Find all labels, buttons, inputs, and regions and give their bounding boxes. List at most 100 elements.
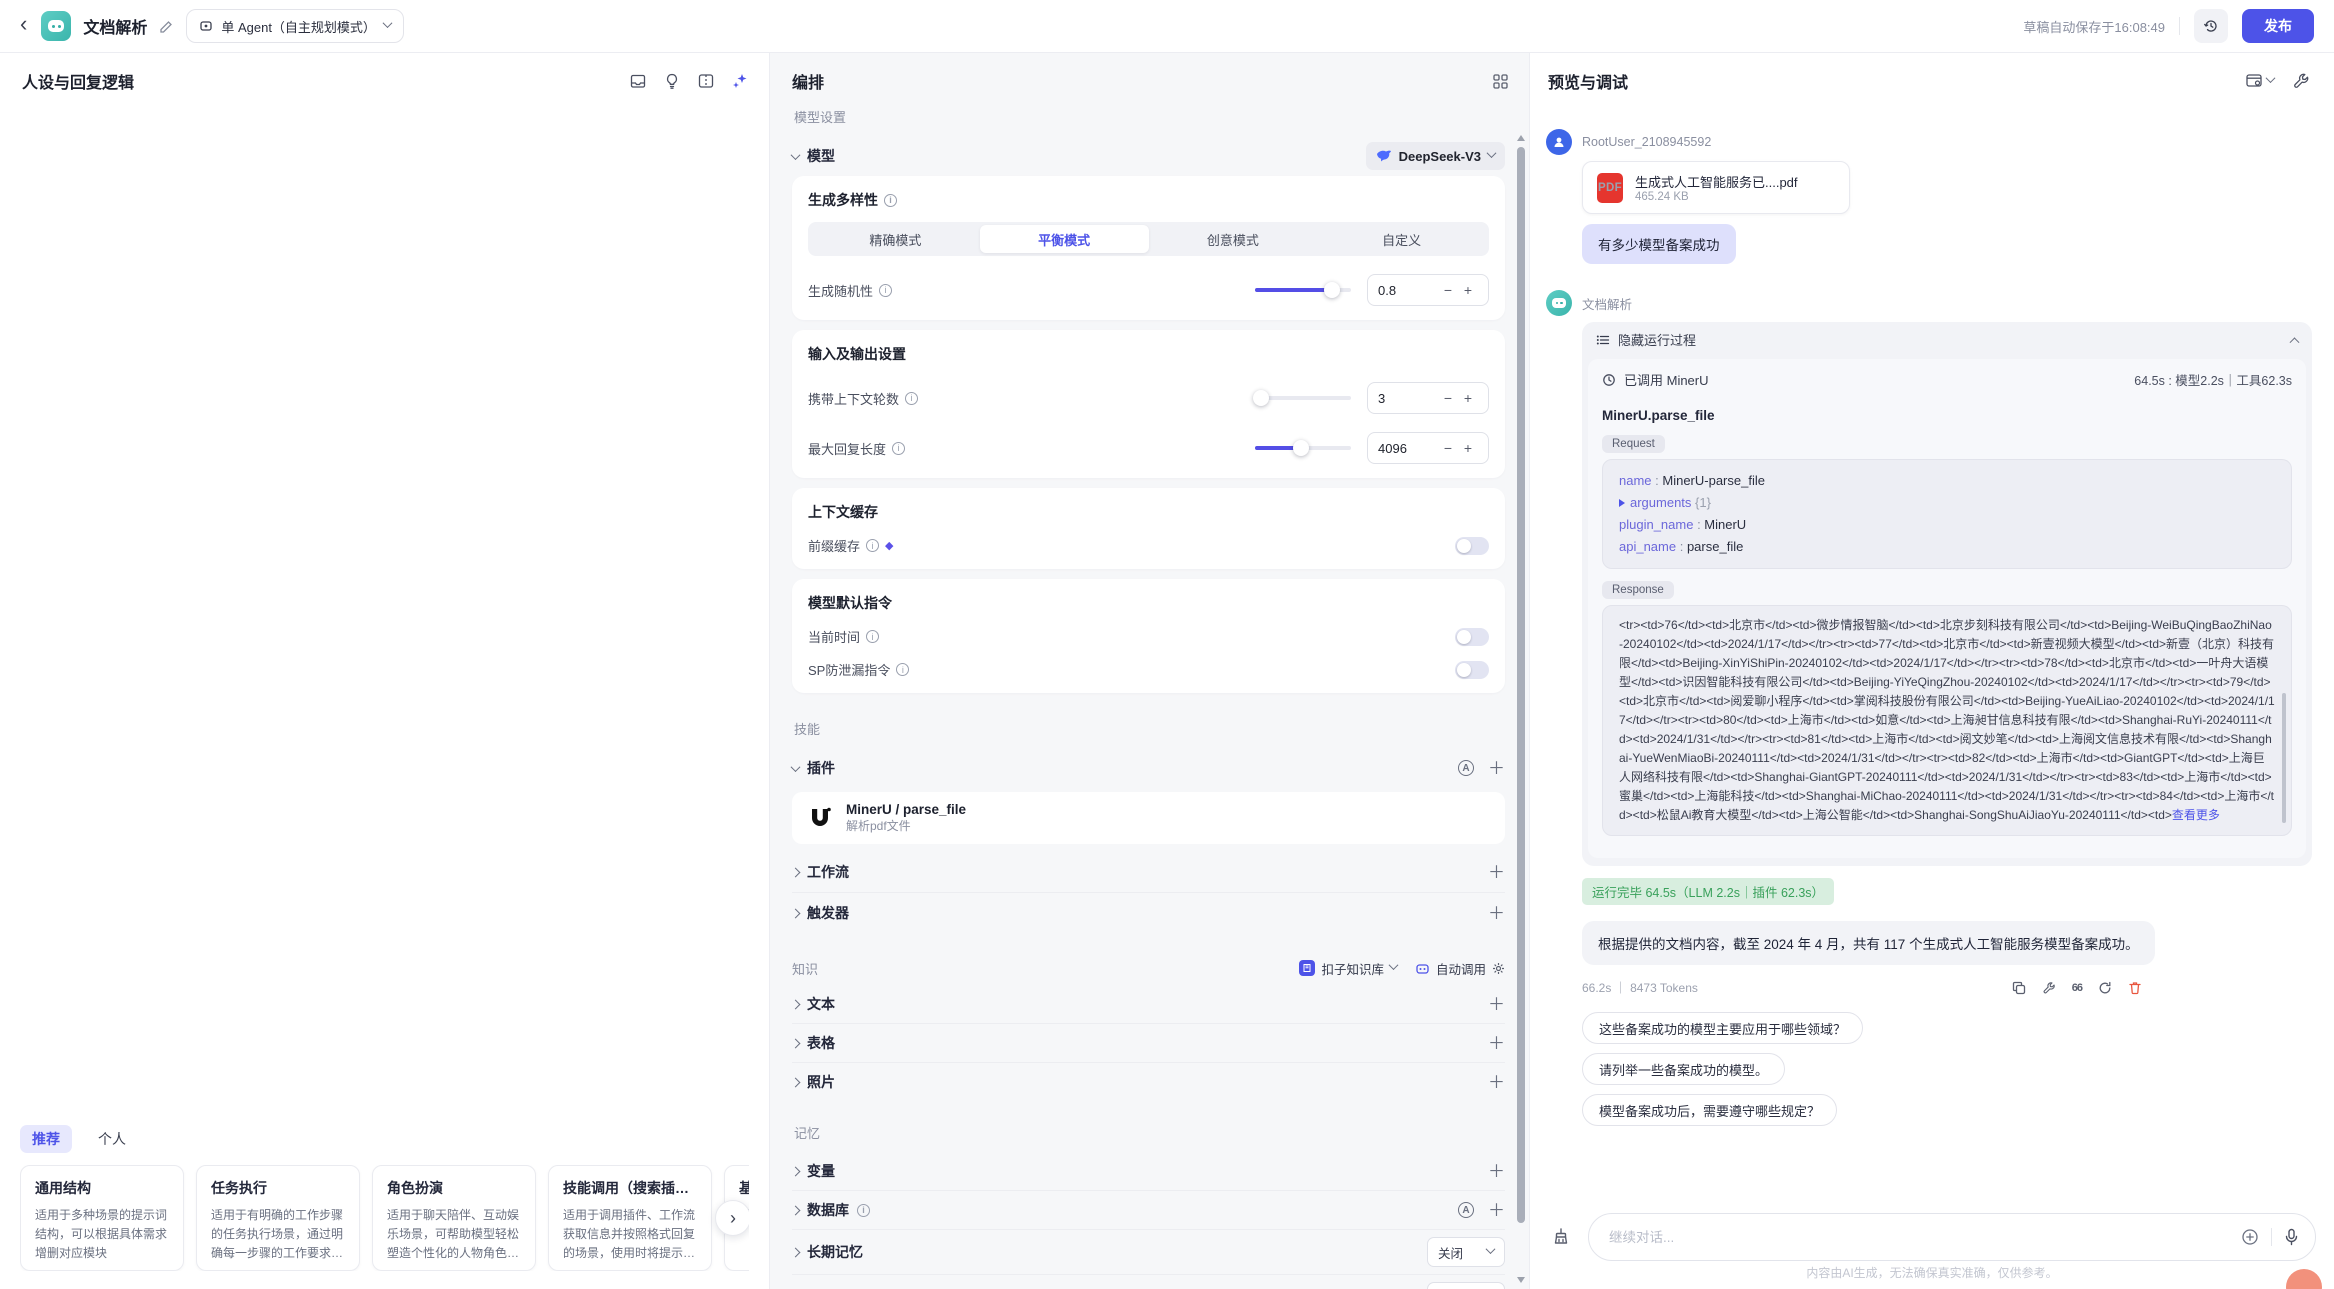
microphone-icon[interactable] (2284, 1228, 2299, 1246)
add-workflow-button[interactable]: ＋ (1488, 864, 1505, 881)
longterm-memory-select[interactable]: 关闭 (1427, 1237, 1505, 1267)
duration: 66.2s (1582, 981, 1611, 995)
template-card[interactable]: 通用结构适用于多种场景的提示词结构，可以根据具体需求增删对应模块 (20, 1165, 184, 1271)
plugin-item-mineru[interactable]: MinerU / parse_file解析pdf文件 (792, 792, 1505, 844)
process-list-icon (1596, 333, 1610, 347)
split-view-icon[interactable] (697, 72, 715, 90)
sp-leak-toggle[interactable] (1455, 661, 1489, 679)
max-length-stepper[interactable]: 4096−+ (1367, 432, 1489, 464)
info-icon: i (857, 1204, 870, 1217)
arguments-expander[interactable]: arguments {1} (1619, 492, 2275, 514)
randomness-slider[interactable] (1255, 288, 1351, 292)
lightbulb-icon[interactable] (663, 72, 681, 90)
template-card[interactable]: 任务执行适用于有明确的工作步骤的任务执行场景，通过明确每一步骤的工作要求… (196, 1165, 360, 1271)
sp-leak-label: SP防泄漏指令 (808, 660, 890, 679)
prompt-template-section: 推荐 个人 通用结构适用于多种场景的提示词结构，可以根据具体需求增删对应模块 任… (0, 1125, 769, 1289)
model-section-toggle[interactable]: 模型 (792, 146, 835, 166)
minus-button: − (1438, 390, 1458, 406)
divider (2179, 17, 2180, 35)
suggestion-chip[interactable]: 这些备案成功的模型主要应用于哪些领域？ (1582, 1012, 1863, 1044)
context-rounds-stepper[interactable]: 3−+ (1367, 382, 1489, 414)
current-time-toggle[interactable] (1455, 628, 1489, 646)
add-text-knowledge-button[interactable]: ＋ (1488, 996, 1505, 1013)
knowledge-source-dropdown[interactable]: 扣子知识库 (1299, 959, 1397, 978)
edit-title-icon[interactable] (159, 19, 174, 34)
add-plugin-button[interactable]: ＋ (1488, 760, 1505, 777)
auto-invoke-icon[interactable]: A (1458, 760, 1474, 776)
randomness-stepper[interactable]: 0.8−+ (1367, 274, 1489, 306)
minus-button: − (1438, 440, 1458, 456)
clear-context-button[interactable] (1544, 1220, 1578, 1254)
context-rounds-slider[interactable] (1255, 396, 1351, 400)
workflow-section-toggle[interactable]: 工作流 (792, 862, 849, 882)
debug-settings-dropdown[interactable] (2245, 72, 2274, 90)
message-meta-row: 66.2s ｜ 8473 Tokens 66 (1582, 979, 2142, 996)
publish-button[interactable]: 发布 (2242, 9, 2314, 43)
plugin-section-toggle[interactable]: 插件 (792, 758, 835, 778)
mode-balanced[interactable]: 平衡模式 (980, 225, 1149, 253)
agent-avatar (1546, 290, 1572, 316)
attach-plus-icon[interactable] (2241, 1228, 2259, 1246)
add-trigger-button[interactable]: ＋ (1488, 905, 1505, 922)
persona-editor-area[interactable] (0, 103, 769, 1125)
delete-icon[interactable] (2128, 981, 2142, 995)
ai-sparkle-icon[interactable] (731, 72, 749, 90)
response-scrollbar-thumb[interactable] (2282, 693, 2286, 823)
info-icon: i (905, 392, 918, 405)
persona-panel-title: 人设与回复逻辑 (22, 69, 134, 93)
tab-personal[interactable]: 个人 (86, 1125, 138, 1153)
template-card-row: 通用结构适用于多种场景的提示词结构，可以根据具体需求增删对应模块 任务执行适用于… (20, 1165, 749, 1271)
text-knowledge-toggle[interactable]: 文本 (792, 994, 835, 1014)
prefix-cache-toggle[interactable] (1455, 537, 1489, 555)
model-selector[interactable]: DeepSeek-V3 (1366, 142, 1505, 170)
diversity-card: 生成多样性i 精确模式 平衡模式 创意模式 自定义 生成随机性i 0.8−+ (792, 176, 1505, 320)
copy-icon[interactable] (2012, 981, 2026, 995)
view-more-link[interactable]: 查看更多 (2172, 808, 2220, 822)
debug-wrench-icon[interactable] (2042, 981, 2056, 995)
add-database-button[interactable]: ＋ (1488, 1202, 1505, 1219)
suggestion-chip[interactable]: 模型备案成功后，需要遵守哪些规定？ (1582, 1094, 1837, 1126)
mode-custom[interactable]: 自定义 (1317, 225, 1486, 253)
scrollbar[interactable] (1515, 135, 1527, 1283)
hide-process-toggle[interactable]: 隐藏运行过程 (1582, 322, 2312, 357)
window-settings-icon (2245, 72, 2263, 90)
suggestion-chip[interactable]: 请列举一些备案成功的模型。 (1582, 1053, 1785, 1085)
regenerate-icon[interactable] (2098, 981, 2112, 995)
preview-title: 预览与调试 (1548, 69, 1628, 93)
database-section-toggle[interactable]: 数据库i (792, 1200, 870, 1220)
mode-creative[interactable]: 创意模式 (1149, 225, 1318, 253)
chat-input[interactable] (1609, 1230, 2241, 1245)
template-next-button[interactable]: › (715, 1200, 749, 1236)
prefix-cache-label: 前缀缓存 (808, 536, 860, 555)
template-card[interactable]: 角色扮演适用于聊天陪伴、互动娱乐场景，可帮助模型轻松塑造个性化的人物角色… (372, 1165, 536, 1271)
request-badge: Request (1602, 435, 1665, 453)
wrench-icon[interactable] (2292, 72, 2310, 90)
auto-invoke-icon[interactable]: A (1458, 1202, 1474, 1218)
quote-icon[interactable]: 66 (2072, 982, 2082, 994)
layout-grid-icon[interactable] (1492, 73, 1509, 90)
variable-section-toggle[interactable]: 变量 (792, 1161, 835, 1181)
back-icon[interactable]: ‹ (20, 13, 29, 39)
import-icon[interactable] (629, 72, 647, 90)
tool-status-icon (1602, 373, 1616, 387)
context-cache-card: 上下文缓存 前缀缓存i◆ (792, 488, 1505, 569)
knowledge-auto-setting[interactable]: 自动调用 (1415, 959, 1505, 978)
context-rounds-label: 携带上下文轮数 (808, 389, 899, 408)
add-photo-knowledge-button[interactable]: ＋ (1488, 1074, 1505, 1091)
knowledge-base-icon (1299, 960, 1315, 976)
add-table-knowledge-button[interactable]: ＋ (1488, 1035, 1505, 1052)
max-length-slider[interactable] (1255, 446, 1351, 450)
add-variable-button[interactable]: ＋ (1488, 1163, 1505, 1180)
attached-file-card[interactable]: PDF 生成式人工智能服务已....pdf465.24 KB (1582, 161, 1850, 214)
history-button[interactable] (2194, 9, 2228, 43)
tab-recommend[interactable]: 推荐 (20, 1125, 72, 1153)
template-card[interactable]: 技能调用（搜索插…适用于调用插件、工作流获取信息并按照格式回复的场景，使用时将提… (548, 1165, 712, 1271)
photo-knowledge-toggle[interactable]: 照片 (792, 1072, 835, 1092)
filebox-select[interactable]: 关闭 (1427, 1282, 1505, 1289)
longterm-memory-toggle[interactable]: 长期记忆 (792, 1242, 863, 1262)
trigger-section-toggle[interactable]: 触发器 (792, 903, 849, 923)
agent-mode-dropdown[interactable]: 单 Agent（自主规划模式） (186, 9, 404, 43)
mode-precise[interactable]: 精确模式 (811, 225, 980, 253)
table-knowledge-toggle[interactable]: 表格 (792, 1033, 835, 1053)
context-cache-title: 上下文缓存 (808, 502, 1489, 522)
